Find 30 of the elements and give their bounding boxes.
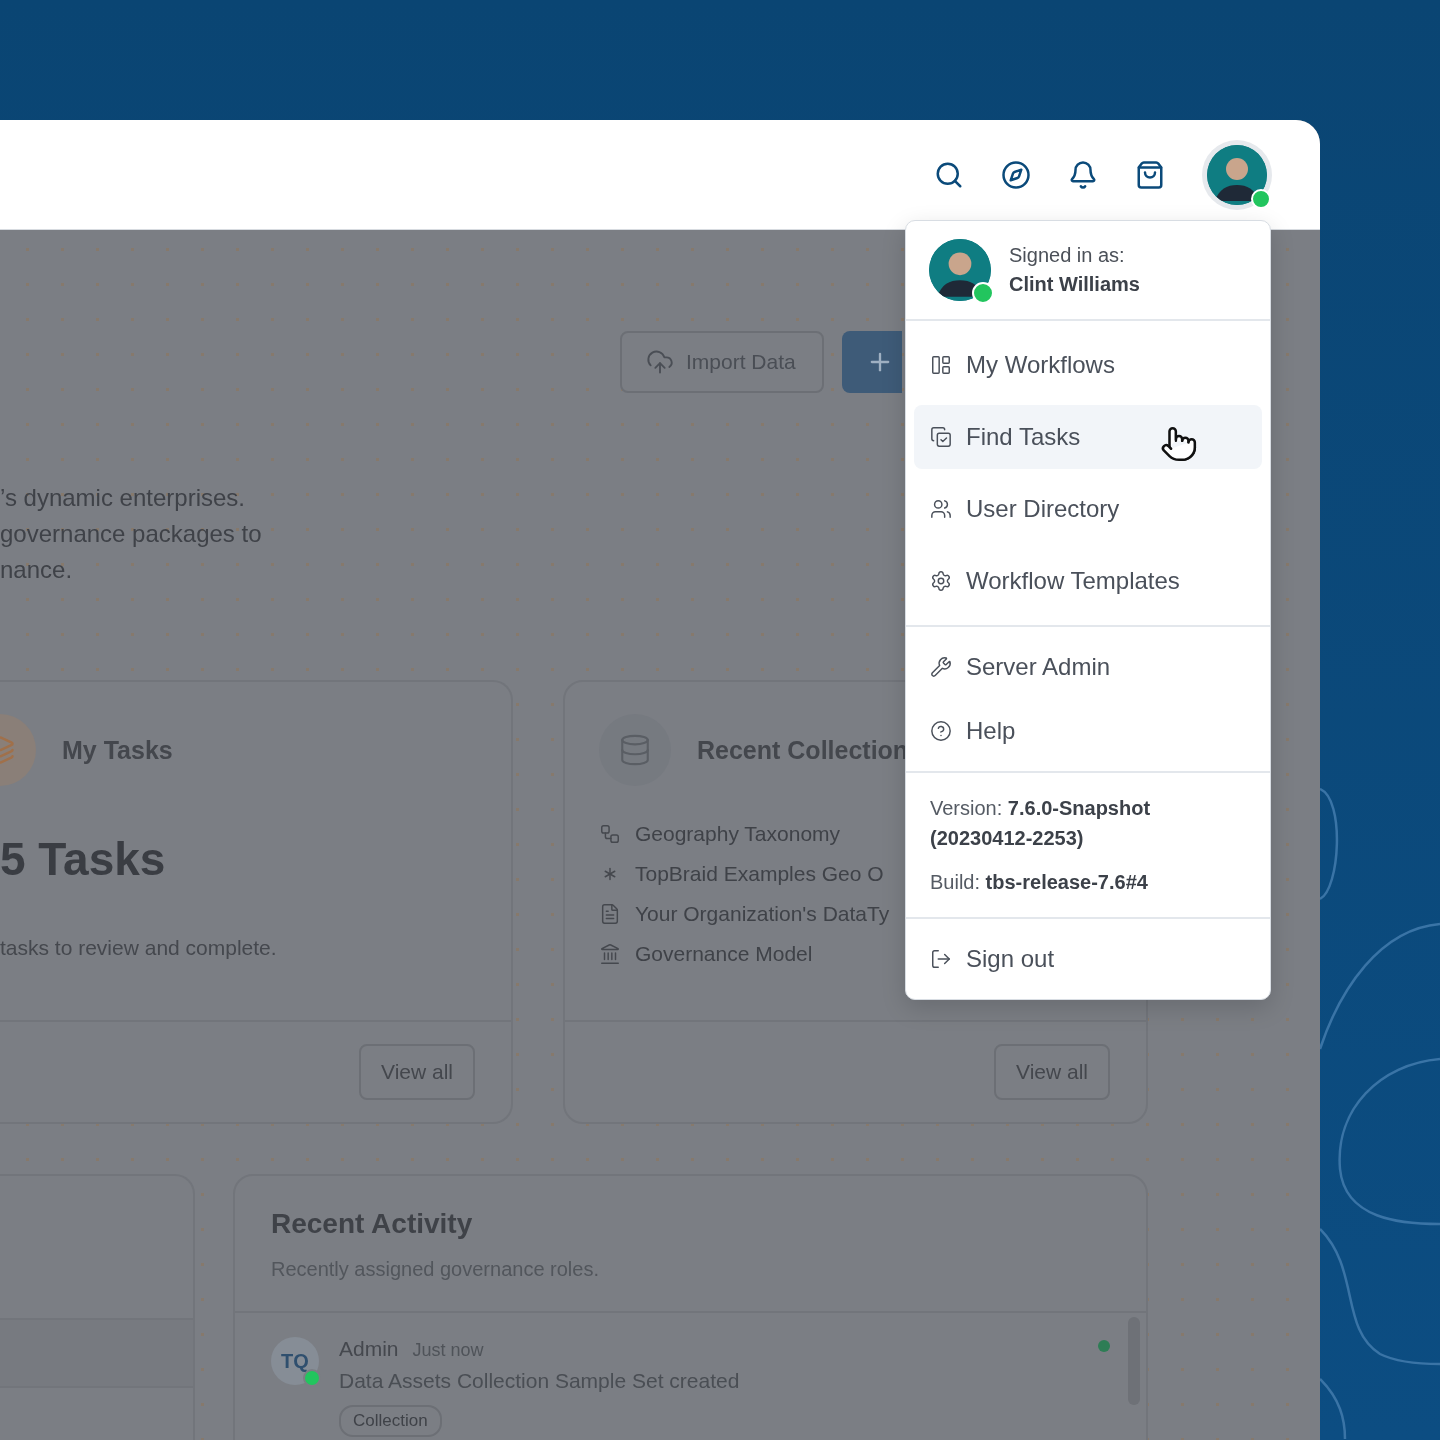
workflows-icon <box>930 354 952 376</box>
intro-text: ’s dynamic enterprises. governance packages to nance. <box>0 483 263 585</box>
hand-cursor-icon <box>1160 425 1198 463</box>
card-title: Recent Collection <box>697 735 909 765</box>
shopping-bag-button[interactable] <box>1135 159 1165 190</box>
menu-item[interactable]: My Workflows <box>914 333 1262 397</box>
build-text: Build: tbs-release-7.6#4 <box>930 870 1149 895</box>
menu-item[interactable]: Sign out <box>914 927 1262 991</box>
document-icon <box>599 903 621 925</box>
menu-item[interactable]: Help <box>914 699 1262 763</box>
signout-icon <box>930 948 952 970</box>
menu-item[interactable]: Find Tasks <box>914 405 1262 469</box>
notifications-button[interactable] <box>1068 159 1098 190</box>
user-avatar: TQ <box>271 1337 319 1385</box>
tag: Collection <box>339 1405 442 1437</box>
help-icon <box>930 720 952 742</box>
user-name: Clint Williams <box>1009 273 1140 296</box>
version-text: Version: 7.6.0-Snapshot (20230412-2253) <box>930 796 1152 851</box>
users-icon <box>930 498 952 520</box>
menu-item[interactable]: Workflow Templates <box>914 549 1262 613</box>
compass-button[interactable] <box>1001 159 1031 190</box>
signed-in-label: Signed in as: <box>1009 244 1126 267</box>
task-count: 5 Tasks <box>0 832 167 886</box>
card-title: Recent Activity <box>271 1208 474 1240</box>
menu-item[interactable]: Server Admin <box>914 635 1262 699</box>
person-silhouette-icon <box>1207 144 1267 205</box>
menu-item[interactable]: User Directory <box>914 477 1262 541</box>
person-silhouette-icon <box>929 239 991 301</box>
tasks-icon <box>930 426 952 448</box>
cloud-upload-icon <box>646 348 674 376</box>
